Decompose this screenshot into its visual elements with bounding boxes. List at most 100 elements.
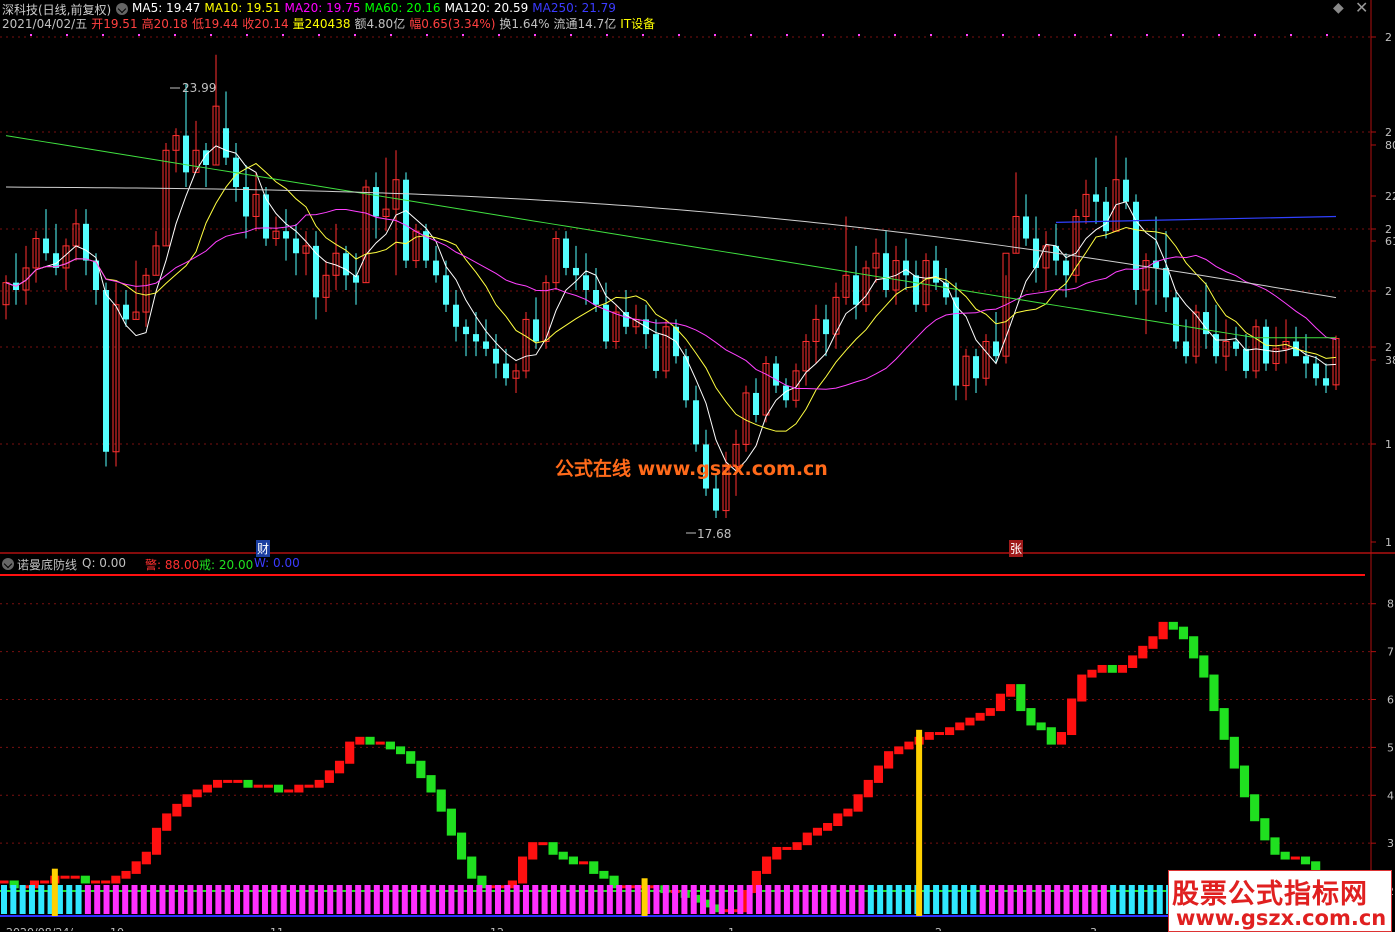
signal-dot [930,34,932,36]
strength-bar [392,885,399,914]
indicator-bar [904,741,914,750]
candle-body [463,326,469,335]
info-item-7: 幅0.65(3.34%) [409,17,496,31]
strength-bar [653,885,660,914]
strength-bar [1035,885,1042,914]
indicator-bar [1067,698,1077,736]
indicator-bar [131,861,141,874]
indicator-bar [1026,708,1036,726]
indicator-bar [924,732,934,740]
strength-bar [401,885,408,914]
ma-item-0: MA5: 19.47 [132,1,201,15]
indicator-bar [446,808,456,836]
strength-bar [541,885,548,914]
ma-legend: MA5: 19.47 MA10: 19.51 MA20: 19.75 MA60: 20… [132,1,620,15]
indicator-bar [1006,684,1016,697]
signal-dot [210,34,212,36]
candle-body [293,238,299,254]
indicator-bar [985,708,995,716]
strength-bar [886,885,893,914]
price-axis-label: 2 [1385,31,1392,44]
strength-bar [243,885,250,914]
indicator-bar [955,722,965,731]
indicator-menu-icon[interactable] [2,558,14,570]
strength-bar [513,885,520,914]
strength-bar [261,885,268,914]
strength-bar [933,885,940,914]
indicator-bar [90,880,101,884]
strength-bar [494,885,501,914]
indicator-bar [436,789,446,812]
event-zhang-badge[interactable]: 张 [1009,540,1024,557]
indicator-bar [772,846,782,860]
info-item-6: 额4.80亿 [354,17,406,31]
signal-dot [750,34,752,36]
indicator-bar [1107,664,1117,673]
strength-bar [196,885,203,914]
price-axis-label: 80 [1385,139,1395,152]
signal-dot [894,34,896,36]
candle-body [693,400,699,445]
strength-bar [1100,885,1107,914]
strength-bar [103,885,110,914]
strength-bar [215,885,222,914]
strength-bar [178,885,185,914]
indicator-axis-label: 6 [1387,694,1394,707]
strength-bar [849,885,856,914]
strength-bar [364,885,371,914]
candle-body [483,341,489,349]
strength-bar [411,885,418,914]
signal-dot [318,34,320,36]
strength-bar [877,885,884,914]
strength-bar [485,885,492,914]
signal-dot [1290,34,1292,36]
strength-bar [1082,885,1089,914]
strength-bar [112,885,119,914]
indicator-bar [1300,856,1311,865]
price-axis-label: 2 [1385,341,1392,354]
strength-bar [10,885,17,914]
strength-bar [662,885,669,914]
indicator-name: 诺曼底防线 [17,558,78,572]
indicator-bar [802,832,812,846]
signal-dot [426,34,428,36]
candle-body [1063,260,1069,276]
signal-dot [570,34,572,36]
indicator-bar [456,832,467,860]
close-icon[interactable]: ✕ [1355,0,1368,17]
indicator-bar [365,736,375,745]
signal-dot [30,34,32,36]
strength-bar [728,885,735,914]
strength-bar [439,885,446,914]
buy-signal-column [51,868,58,916]
candle-body [1323,378,1329,386]
signal-dot [246,34,248,36]
signal-dot [606,34,608,36]
signal-dot [1182,34,1184,36]
candle-body [1093,194,1099,202]
restore-icon[interactable]: ◆ [1333,0,1344,16]
bar-info: 2021/04/02/五 开19.51 高20.18 低19.44 收20.14 量240… [2,15,659,32]
date-label: 10 [110,926,124,931]
info-item-9: 流通14.7亿 [553,17,617,31]
candle-body [1103,201,1109,232]
indicator-bar [934,732,945,736]
event-cai-badge[interactable]: 财 [256,540,271,557]
strength-bar [765,885,772,914]
indicator-bar [111,875,121,884]
menu-toggle-icon[interactable] [116,3,128,15]
indicator-bar [1087,669,1097,678]
indicator-bar [1168,621,1178,630]
indicator-bar [334,760,345,774]
indicator-bar [1158,621,1168,640]
candle-body [223,128,229,158]
indicator-bar [863,779,873,798]
indicator-pane[interactable] [0,574,1371,917]
strength-bar [1016,885,1023,914]
date-label: 3 [1090,926,1097,931]
indicator-bar [1097,664,1107,673]
strength-bar [550,885,557,914]
candle-body [953,297,959,386]
candle-body [993,341,999,357]
strength-bar [140,885,147,914]
